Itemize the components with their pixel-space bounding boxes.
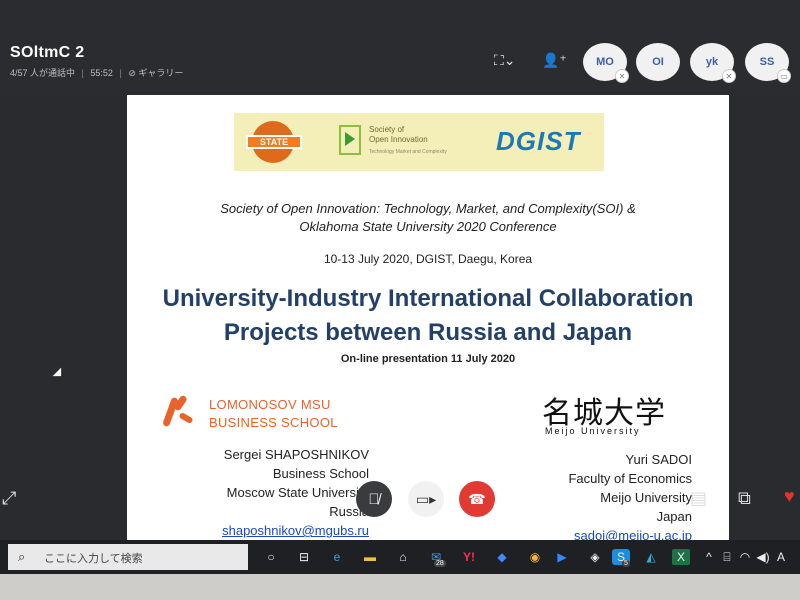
msu-logo-icon: [162, 394, 194, 429]
gallery-icon[interactable]: ⊘: [128, 68, 136, 78]
store-icon[interactable]: ⌂: [394, 549, 412, 565]
window-icon: ▭: [777, 69, 791, 83]
meeting-status: 4/57 人が通話中 | 55:52 | ⊘ ギャラリー: [10, 68, 184, 78]
dgist-logo: DGIST: [496, 126, 581, 156]
expand-icon[interactable]: ⤢: [2, 488, 16, 509]
mail-badge: 28: [434, 560, 446, 567]
meeting-title: SOltmC 2: [10, 44, 85, 61]
heart-icon[interactable]: ♥: [784, 486, 795, 507]
call-duration: 55:52: [90, 68, 113, 78]
avatar-yk[interactable]: yk ✕: [690, 43, 736, 83]
ime-icon[interactable]: A: [772, 549, 790, 565]
avatar-mo[interactable]: MO ✕: [583, 43, 629, 83]
meeting-window: SOltmC 2 4/57 人が通話中 | 55:52 | ⊘ ギャラリー ⛶⌄…: [0, 0, 800, 543]
presenter-org: Moscow State University: [226, 485, 369, 500]
presenter-left: Sergei SHAPOSHNIKOV Business School Mosc…: [109, 445, 369, 540]
network-icon[interactable]: ⌸: [718, 549, 736, 565]
meijo-english: Meijo University: [545, 426, 641, 436]
shared-slide: STATE Society of Open Innovation Technolo…: [127, 95, 729, 543]
slide-heading-2: Projects between Russia and Japan: [223, 319, 633, 346]
participant-count: 4/57 人が通話中: [10, 68, 76, 78]
end-call-button[interactable]: ☎: [459, 481, 495, 517]
tray-chevron-icon[interactable]: ^: [700, 549, 718, 565]
edge-icon[interactable]: e: [328, 549, 346, 565]
presenter-name: Sergei SHAPOSHNIKOV: [223, 447, 369, 462]
chat-icon[interactable]: ▤: [690, 488, 707, 509]
msu-school: BUSINESS SCHOOL: [209, 415, 338, 430]
view-mode-label[interactable]: ギャラリー: [138, 68, 183, 78]
popout-icon[interactable]: ⧉: [738, 488, 751, 509]
excel-icon[interactable]: X: [672, 549, 690, 565]
volume-icon[interactable]: ◀): [754, 549, 772, 565]
mute-button[interactable]: 🎙̸: [356, 481, 392, 517]
add-person-icon[interactable]: 👤⁺: [542, 52, 567, 69]
mouse-cursor: [52, 367, 66, 381]
avatar-ss[interactable]: SS ▭: [745, 43, 791, 83]
layout-icon[interactable]: ⛶⌄: [494, 52, 516, 69]
conference-line-2: Oklahoma State University 2020 Conferenc…: [299, 219, 557, 234]
camera-icon: ▭▸: [415, 490, 437, 507]
presenter-name: Yuri SADOI: [625, 452, 692, 467]
presenter-email[interactable]: shaposhnikov@mgubs.ru: [109, 521, 369, 540]
camera-button[interactable]: ▭▸: [408, 481, 444, 517]
monitor-bezel: [0, 574, 800, 600]
mic-off-icon: 🎙̸: [368, 490, 380, 508]
cortana-icon[interactable]: ○: [262, 549, 280, 565]
skype-badge: 5: [622, 560, 630, 567]
chrome-icon[interactable]: ◉: [526, 549, 544, 565]
dropbox-icon[interactable]: ◆: [493, 549, 511, 565]
mic-off-icon: ✕: [722, 69, 736, 83]
msu-name: LOMONOSOV MSU: [209, 397, 331, 412]
yahoo-icon[interactable]: Y!: [460, 549, 478, 565]
search-input[interactable]: ⌕ ここに入力して検索: [8, 544, 248, 570]
search-icon: ⌕: [18, 549, 26, 564]
meeting-header: SOltmC 2 4/57 人が通話中 | 55:52 | ⊘ ギャラリー ⛶⌄…: [0, 0, 800, 95]
explorer-icon[interactable]: ▬: [361, 549, 379, 565]
app-icon[interactable]: ◈: [586, 549, 604, 565]
hang-up-icon: ☎: [468, 490, 486, 507]
teams-icon[interactable]: ◭: [642, 549, 660, 565]
task-view-icon[interactable]: ⊟: [295, 549, 313, 565]
presenter-country: Russia: [329, 504, 369, 519]
wifi-icon[interactable]: ◠: [736, 549, 754, 565]
windows-taskbar: ⌕ ここに入力して検索 ○ ⊟ e ▬ ⌂ ✉ 28 Y! ◆ ◉ ▶ ◈ S …: [0, 540, 800, 574]
slide-heading-1: University-Industry International Collab…: [162, 285, 694, 312]
logo-band: STATE Society of Open Innovation Technolo…: [234, 113, 604, 171]
presenter-dept: Business School: [272, 466, 369, 481]
conference-line-1: Society of Open Innovation: Technology, …: [220, 201, 636, 216]
osu-logo: STATE: [246, 121, 302, 163]
avatar-oi[interactable]: OI: [636, 43, 680, 81]
mic-off-icon: ✕: [615, 69, 629, 83]
soi-logo: Society of Open Innovation Technology Mar…: [339, 123, 469, 163]
conference-date: 10-13 July 2020, DGIST, Daegu, Korea: [323, 252, 533, 266]
presentation-date: On-line presentation 11 July 2020: [340, 353, 516, 365]
zoom-icon[interactable]: ▶: [553, 549, 571, 565]
